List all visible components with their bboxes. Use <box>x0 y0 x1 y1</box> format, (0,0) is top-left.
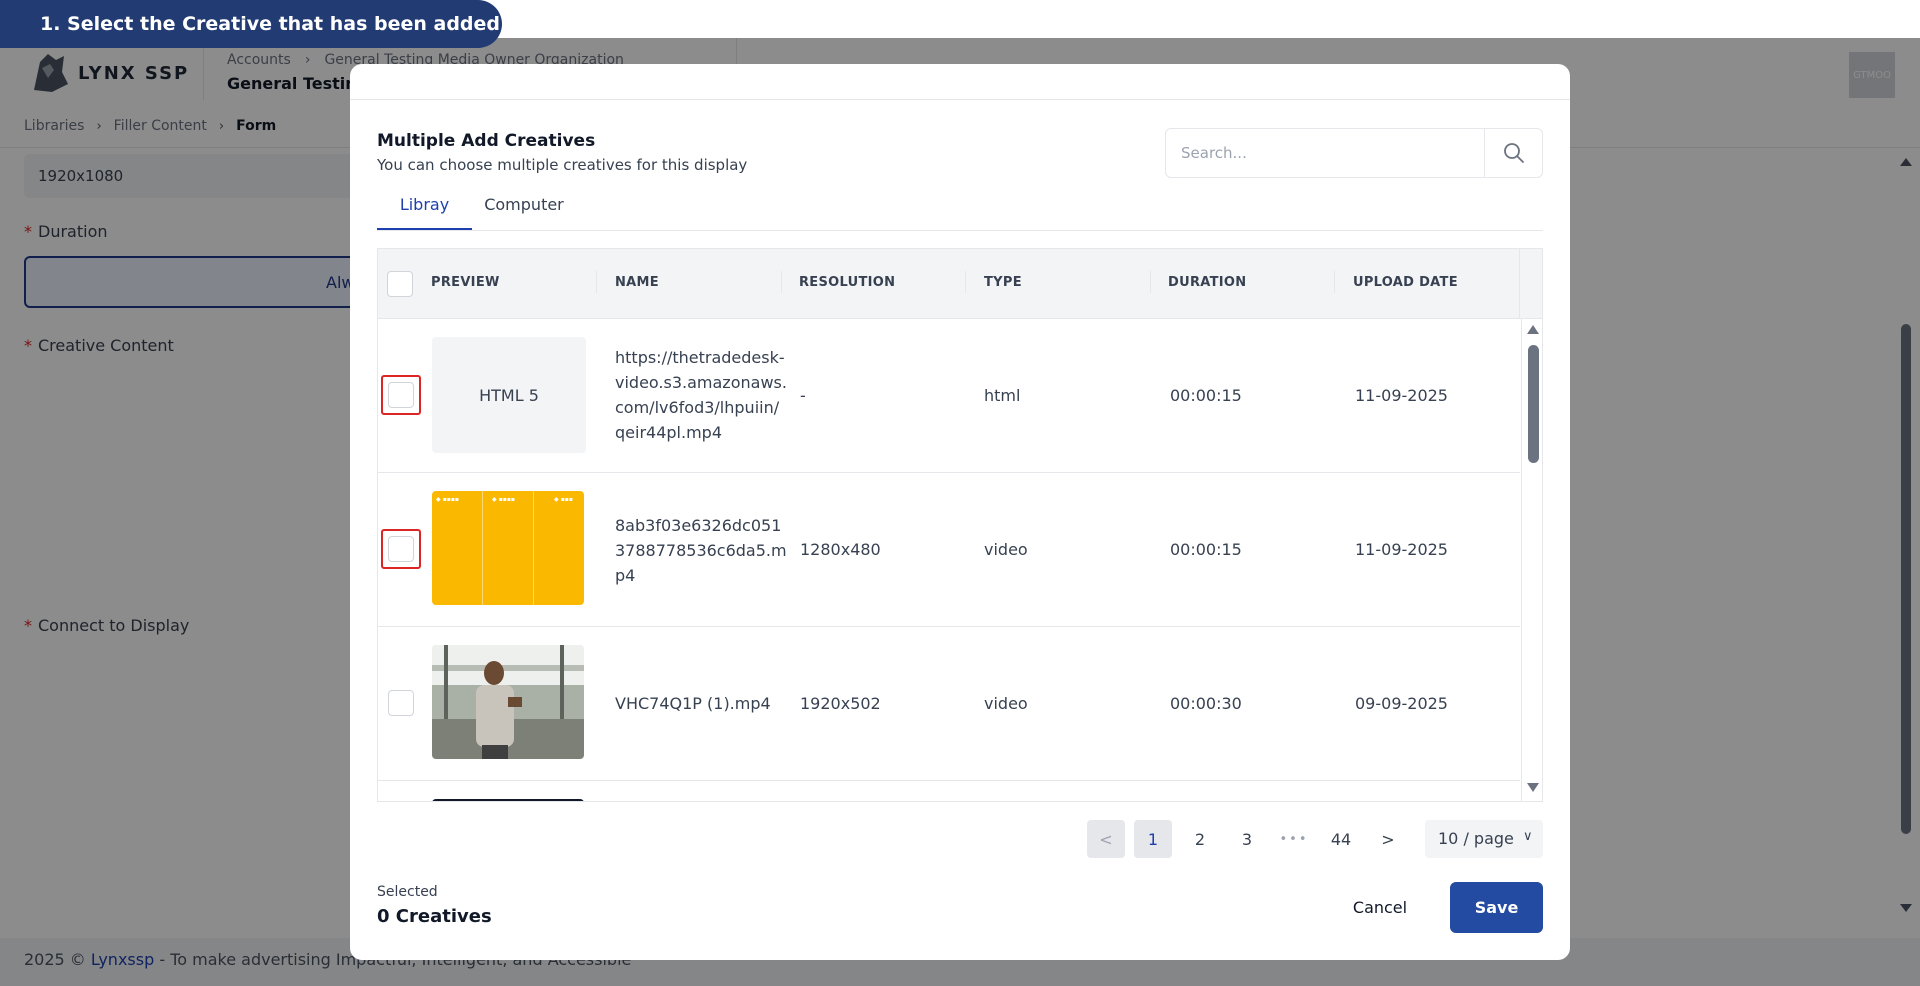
row-checkbox[interactable] <box>388 690 414 716</box>
table-header: PREVIEW NAME RESOLUTION TYPE DURATION UP… <box>378 249 1542 319</box>
chevron-down-icon: ∨ <box>1523 829 1533 844</box>
creative-name: 8ab3f03e6326dc0513788778536c6da5.mp4 <box>615 516 787 585</box>
column-preview: PREVIEW <box>431 275 500 290</box>
pagination-page-1[interactable]: 1 <box>1134 820 1172 858</box>
scroll-thumb[interactable] <box>1528 345 1539 463</box>
creative-type: video <box>984 540 1028 559</box>
table-row[interactable] <box>378 781 1520 801</box>
creatives-table: PREVIEW NAME RESOLUTION TYPE DURATION UP… <box>377 248 1543 802</box>
creative-duration: 00:00:15 <box>1170 540 1242 559</box>
preview-thumbnail: HTML 5 <box>432 337 586 453</box>
creative-resolution: 1920x502 <box>800 694 881 713</box>
save-button[interactable]: Save <box>1450 882 1543 933</box>
creative-resolution: - <box>800 386 806 405</box>
column-upload-date: UPLOAD DATE <box>1353 275 1458 290</box>
source-tabs: Libray Computer <box>377 182 1543 231</box>
row-checkbox[interactable] <box>388 536 414 562</box>
creative-name: VHC74Q1P (1).mp4 <box>615 694 771 713</box>
preview-thumbnail <box>432 645 584 759</box>
column-duration: DURATION <box>1168 275 1247 290</box>
divider <box>1334 271 1335 293</box>
creative-type: html <box>984 386 1021 405</box>
table-row[interactable]: VHC74Q1P (1).mp4 1920x502 video 00:00:30… <box>378 627 1520 781</box>
table-row[interactable]: HTML 5 https://thetradedesk-video.s3.ama… <box>378 319 1520 473</box>
pagination-prev[interactable]: < <box>1087 820 1125 858</box>
column-resolution: RESOLUTION <box>799 275 896 290</box>
select-all-checkbox[interactable] <box>387 271 413 297</box>
creative-upload-date: 11-09-2025 <box>1355 540 1448 559</box>
tab-library[interactable]: Libray <box>377 182 472 230</box>
search-icon <box>1504 143 1524 163</box>
column-name: NAME <box>615 275 659 290</box>
pagination-ellipsis[interactable]: ••• <box>1275 820 1313 858</box>
scroll-down-icon[interactable] <box>1527 783 1539 792</box>
divider <box>1150 271 1151 293</box>
divider <box>350 99 1570 100</box>
search-button[interactable] <box>1484 129 1543 177</box>
pagination-page-2[interactable]: 2 <box>1181 820 1219 858</box>
row-checkbox[interactable] <box>388 382 414 408</box>
selected-label: Selected <box>377 884 438 900</box>
creative-upload-date: 11-09-2025 <box>1355 386 1448 405</box>
creative-duration: 00:00:15 <box>1170 386 1242 405</box>
page-size-select[interactable]: 10 / page ∨ <box>1425 820 1543 858</box>
pagination-next[interactable]: > <box>1369 820 1407 858</box>
person-photo-image <box>432 645 584 759</box>
divider <box>1519 249 1520 319</box>
preview-thumbnail <box>432 799 584 801</box>
search-input[interactable] <box>1167 130 1483 176</box>
multiple-add-creatives-modal: Multiple Add Creatives You can choose mu… <box>350 64 1570 960</box>
divider <box>596 271 597 293</box>
table-row[interactable]: ◆ ▪▪▪▪ ◆ ▪▪▪▪ ◆ ▪▪▪ 8ab3f03e6326dc051378… <box>378 473 1520 627</box>
cancel-button[interactable]: Cancel <box>1340 882 1420 932</box>
modal-title: Multiple Add Creatives <box>377 131 596 151</box>
creative-upload-date: 09-09-2025 <box>1355 694 1448 713</box>
modal-subtitle: You can choose multiple creatives for th… <box>377 156 748 174</box>
pagination-page-last[interactable]: 44 <box>1322 820 1360 858</box>
tab-computer[interactable]: Computer <box>472 182 576 230</box>
instruction-banner: 1. Select the Creative that has been add… <box>0 0 502 48</box>
creative-resolution: 1280x480 <box>800 540 881 559</box>
scroll-up-icon[interactable] <box>1527 325 1539 334</box>
column-type: TYPE <box>984 275 1022 290</box>
creative-type: video <box>984 694 1028 713</box>
table-scrollbar[interactable] <box>1521 319 1542 801</box>
page-size-value: 10 / page <box>1438 829 1514 848</box>
search-box <box>1165 128 1543 178</box>
divider <box>965 271 966 293</box>
creative-duration: 00:00:30 <box>1170 694 1242 713</box>
pagination-page-3[interactable]: 3 <box>1228 820 1266 858</box>
divider <box>781 271 782 293</box>
preview-thumbnail: ◆ ▪▪▪▪ ◆ ▪▪▪▪ ◆ ▪▪▪ <box>432 491 584 605</box>
creative-name: https://thetradedesk-video.s3.amazonaws.… <box>615 348 787 442</box>
selected-count: 0 Creatives <box>377 906 492 927</box>
